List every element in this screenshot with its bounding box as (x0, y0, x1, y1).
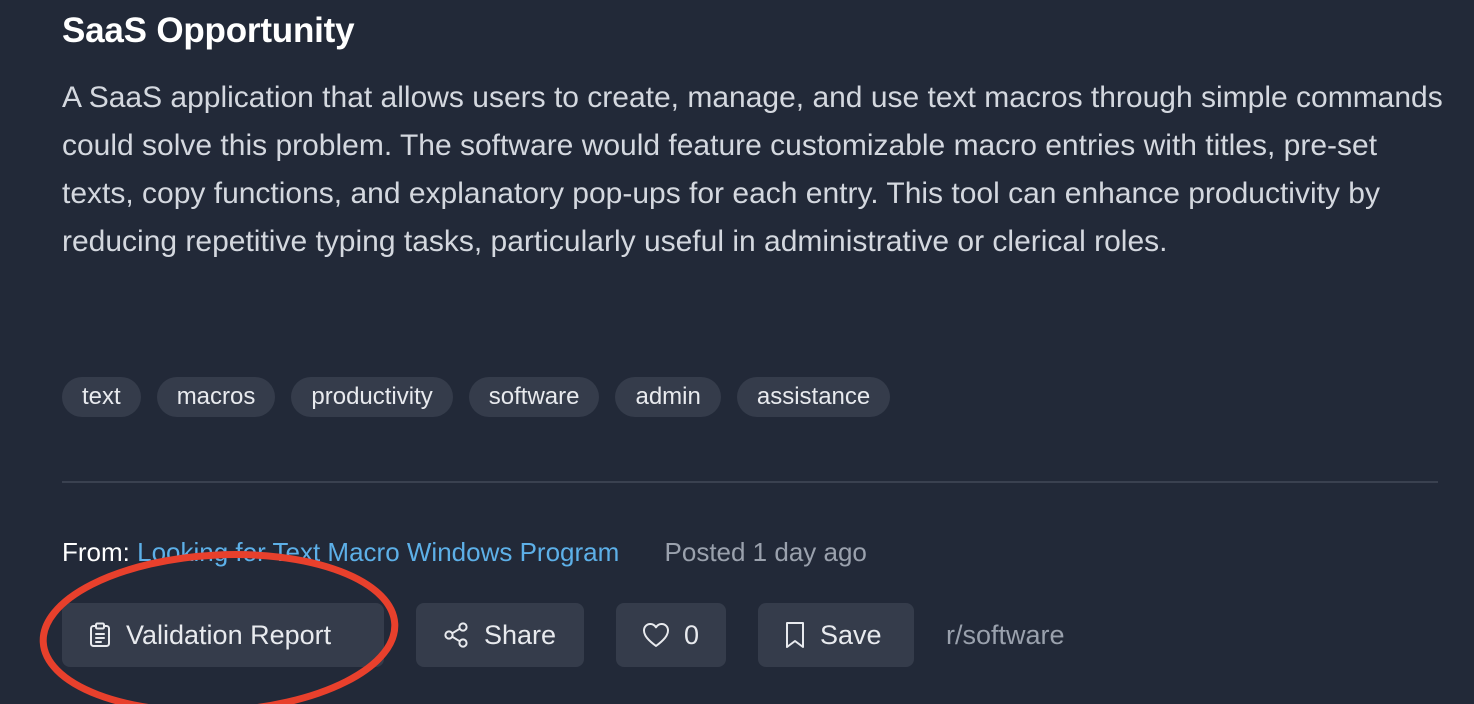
post-meta: From: Looking for Text Macro Windows Pro… (62, 534, 867, 570)
share-icon (442, 621, 470, 649)
tag-chip[interactable]: macros (156, 377, 276, 417)
heart-icon (642, 622, 670, 648)
share-button[interactable]: Share (416, 603, 584, 667)
share-label: Share (484, 619, 557, 650)
source-post-link[interactable]: Looking for Text Macro Windows Program (137, 537, 619, 567)
posted-time: Posted 1 day ago (664, 537, 867, 567)
card-description: A SaaS application that allows users to … (62, 81, 1443, 258)
save-button[interactable]: Save (758, 603, 914, 667)
save-label: Save (820, 619, 882, 650)
tag-chip[interactable]: productivity (291, 377, 453, 417)
from-label: From: (62, 537, 130, 567)
like-count: 0 (684, 619, 700, 650)
tag-chip[interactable]: assistance (736, 377, 891, 417)
clipboard-icon (88, 622, 112, 648)
tag-list: text macros productivity software admin … (62, 377, 891, 417)
card-title: SaaS Opportunity (62, 11, 355, 50)
subreddit-link[interactable]: r/software (946, 620, 1065, 651)
tag-chip[interactable]: software (468, 377, 600, 417)
validation-report-label: Validation Report (126, 619, 332, 650)
opportunity-card: SaaS Opportunity A SaaS application that… (0, 0, 1474, 704)
tag-chip[interactable]: text (62, 377, 141, 417)
tag-chip[interactable]: admin (615, 377, 721, 417)
validation-report-button[interactable]: Validation Report (62, 603, 384, 667)
action-bar: Validation Report Share 0 Save r/softwar… (62, 603, 1065, 667)
bookmark-icon (784, 621, 806, 649)
divider (62, 481, 1438, 483)
like-button[interactable]: 0 (616, 603, 726, 667)
